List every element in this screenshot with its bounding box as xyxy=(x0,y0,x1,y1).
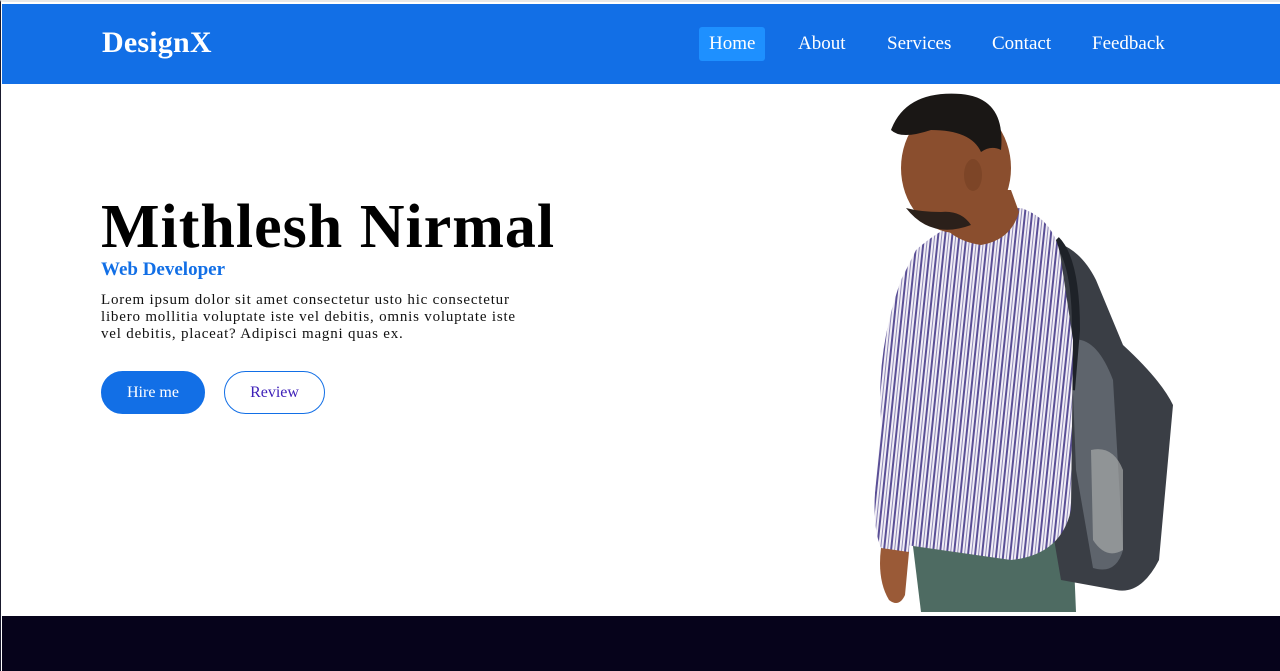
nav-contact[interactable]: Contact xyxy=(982,27,1061,61)
hero-description: Lorem ipsum dolor sit amet consectetur u… xyxy=(101,292,516,342)
hero-role: Web Developer xyxy=(101,259,226,280)
nav-feedback[interactable]: Feedback xyxy=(1082,27,1175,61)
nav-home[interactable]: Home xyxy=(699,27,766,61)
page: DesignX Home About Services Contact Feed… xyxy=(0,0,1280,671)
nav-about[interactable]: About xyxy=(788,27,856,61)
review-button[interactable]: Review xyxy=(224,371,325,414)
brand-logo[interactable]: DesignX xyxy=(102,26,212,60)
navbar: DesignX Home About Services Contact Feed… xyxy=(2,4,1280,84)
hire-me-button[interactable]: Hire me xyxy=(101,371,205,414)
footer xyxy=(2,616,1280,671)
nav-services[interactable]: Services xyxy=(877,27,961,61)
portrait-image xyxy=(874,93,1173,612)
hero-name: Mithlesh Nirmal xyxy=(101,193,556,261)
